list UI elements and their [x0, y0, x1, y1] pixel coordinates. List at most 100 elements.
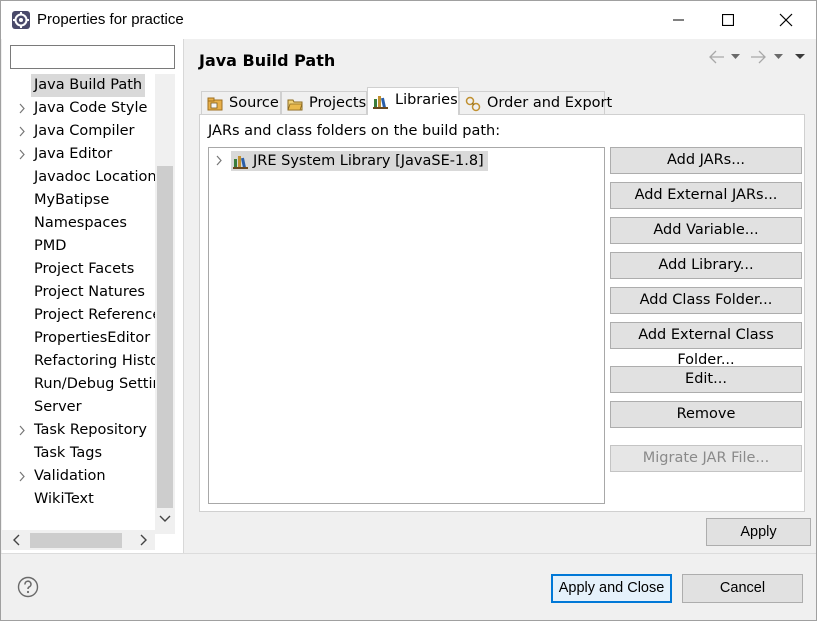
sidebar-item[interactable]: Project Natures: [2, 281, 155, 304]
migrate-jar-file-button: Migrate JAR File...: [610, 445, 802, 472]
back-arrow-icon[interactable]: [709, 50, 725, 64]
source-folder-icon: [207, 97, 223, 111]
sidebar-item-label: Refactoring History: [34, 353, 155, 369]
page-navigation: [707, 47, 807, 67]
sidebar-item[interactable]: Namespaces: [2, 212, 155, 235]
title-bar: Properties for practice: [1, 1, 816, 39]
minimize-icon: [673, 19, 684, 21]
add-class-folder-button[interactable]: Add Class Folder...: [610, 287, 802, 314]
scroll-down-icon[interactable]: [159, 514, 171, 524]
cancel-button[interactable]: Cancel: [682, 574, 803, 603]
expand-arrow-icon[interactable]: [16, 465, 28, 488]
sidebar-item[interactable]: MyBatipse: [2, 189, 155, 212]
view-menu-icon[interactable]: [795, 54, 805, 60]
sidebar-item-label: PropertiesEditor: [34, 330, 151, 346]
sidebar-item[interactable]: Java Compiler: [2, 120, 155, 143]
close-button[interactable]: [763, 1, 809, 39]
sidebar-item-label: Java Compiler: [34, 123, 135, 139]
sidebar-item[interactable]: Server: [2, 396, 155, 419]
sidebar-item[interactable]: Java Build Path: [2, 74, 155, 97]
maximize-button[interactable]: [705, 1, 751, 39]
library-entry[interactable]: JRE System Library [JavaSE-1.8]: [209, 150, 599, 172]
scroll-right-icon[interactable]: [138, 534, 148, 546]
sidebar-item[interactable]: Java Editor: [2, 143, 155, 166]
sidebar-item-label: WikiText: [34, 491, 94, 507]
close-icon: [779, 13, 793, 27]
sidebar-item-label: Namespaces: [34, 215, 127, 231]
apply-button[interactable]: Apply: [706, 518, 811, 546]
sidebar-item-label: Task Tags: [34, 445, 103, 461]
library-entry-label: JRE System Library [JavaSE-1.8]: [231, 151, 488, 171]
minimize-button[interactable]: [656, 1, 702, 39]
add-jars-button[interactable]: Add JARs...: [610, 147, 802, 174]
build-path-tabs: Source Projects Libraries Order and Expo…: [201, 87, 805, 115]
sidebar-item-label: Project References: [34, 307, 155, 323]
tab-projects-label: Projects: [309, 95, 367, 111]
tab-source[interactable]: Source: [201, 91, 281, 115]
forward-arrow-icon[interactable]: [750, 50, 766, 64]
projects-icon: [287, 99, 303, 111]
add-external-class-folder-button[interactable]: Add External Class Folder...: [610, 322, 802, 368]
tree-vscroll-thumb[interactable]: [157, 166, 173, 508]
expand-arrow-icon[interactable]: [16, 120, 28, 143]
tab-libraries[interactable]: Libraries: [367, 87, 459, 115]
libraries-tab-content: JARs and class folders on the build path…: [199, 114, 805, 512]
sidebar-item[interactable]: Task Tags: [2, 442, 155, 465]
tree-vertical-scrollbar[interactable]: [155, 74, 175, 534]
sidebar-item[interactable]: Java Code Style: [2, 97, 155, 120]
tree-hscroll-thumb[interactable]: [30, 533, 122, 548]
expand-arrow-icon[interactable]: [16, 419, 28, 442]
sidebar-item[interactable]: Run/Debug Settings: [2, 373, 155, 396]
maximize-icon: [722, 14, 734, 26]
add-library-button[interactable]: Add Library...: [610, 252, 802, 279]
forward-dropdown-icon[interactable]: [774, 54, 783, 60]
page-title: Java Build Path: [199, 51, 336, 70]
scroll-left-icon[interactable]: [12, 534, 22, 546]
sidebar-item[interactable]: Project Facets: [2, 258, 155, 281]
sidebar-item-label: Validation: [34, 468, 106, 484]
expand-arrow-icon[interactable]: [16, 97, 28, 120]
edit-button[interactable]: Edit...: [610, 366, 802, 393]
tab-order-and-export[interactable]: Order and Export: [459, 91, 612, 115]
tab-source-label: Source: [229, 95, 279, 111]
sidebar-item[interactable]: PropertiesEditor: [2, 327, 155, 350]
sidebar-item-label: PMD: [34, 238, 67, 254]
expand-arrow-icon[interactable]: [216, 155, 223, 166]
sidebar-item-label: Project Facets: [34, 261, 135, 277]
properties-dialog: Properties for practice Java Build Path J…: [0, 0, 817, 621]
sidebar-item-label: MyBatipse: [34, 192, 110, 208]
sidebar-item-label: Run/Debug Settings: [34, 376, 155, 392]
sidebar-item-label: Java Editor: [34, 146, 113, 162]
expand-arrow-icon[interactable]: [16, 143, 28, 166]
tree-horizontal-scrollbar[interactable]: [2, 530, 155, 550]
sidebar-item[interactable]: PMD: [2, 235, 155, 258]
order-export-icon: [465, 96, 481, 112]
sidebar-item[interactable]: Validation: [2, 465, 155, 488]
sidebar-item[interactable]: Javadoc Location: [2, 166, 155, 189]
help-icon[interactable]: [17, 576, 39, 598]
remove-button[interactable]: Remove: [610, 401, 802, 428]
sidebar-item[interactable]: Project References: [2, 304, 155, 327]
window-title: Properties for practice: [37, 11, 184, 28]
preference-tree-panel: Java Build Path Java Code Style Java Compi…: [2, 39, 184, 553]
footer-separator: [1, 553, 816, 554]
apply-and-close-button[interactable]: Apply and Close: [551, 574, 672, 603]
back-dropdown-icon[interactable]: [731, 54, 740, 60]
sidebar-item[interactable]: WikiText: [2, 488, 155, 511]
filter-input[interactable]: [10, 45, 175, 69]
add-variable-button[interactable]: Add Variable...: [610, 217, 802, 244]
sidebar-item-label: Java Build Path: [31, 74, 146, 97]
add-external-jars-button[interactable]: Add External JARs...: [610, 182, 802, 209]
tab-projects[interactable]: Projects: [281, 91, 367, 115]
sidebar-item[interactable]: Task Repository: [2, 419, 155, 442]
tab-libraries-label: Libraries: [395, 92, 458, 108]
sidebar-item-label: Project Natures: [34, 284, 145, 300]
page-panel: Java Build Path Source Projects Librarie…: [187, 39, 816, 553]
build-path-caption: JARs and class folders on the build path…: [208, 123, 501, 139]
libraries-icon: [373, 96, 388, 109]
sidebar-item[interactable]: Refactoring History: [2, 350, 155, 373]
sidebar-item-label: Javadoc Location: [34, 169, 155, 185]
sidebar-item-label: Task Repository: [34, 422, 148, 438]
preference-tree: Java Build Path Java Code Style Java Compi…: [2, 74, 155, 534]
libraries-tree[interactable]: JRE System Library [JavaSE-1.8]: [208, 147, 605, 504]
